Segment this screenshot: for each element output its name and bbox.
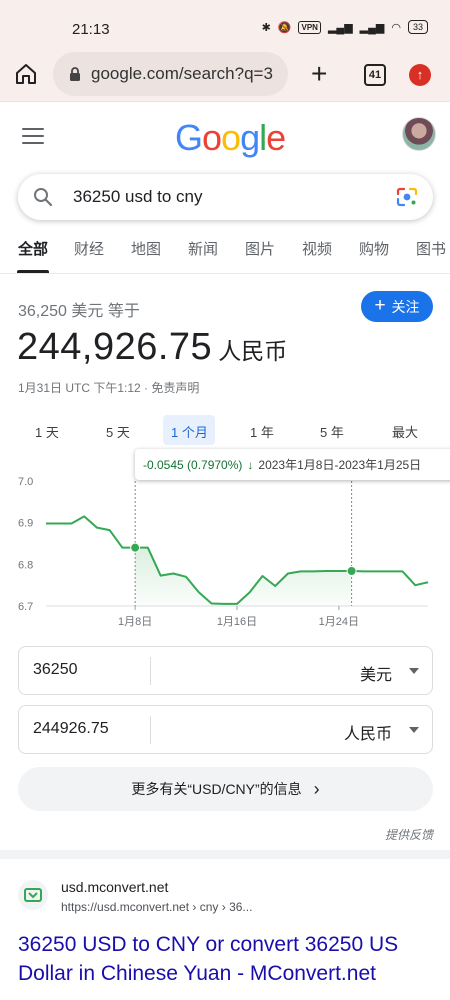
section-divider <box>0 850 450 859</box>
update-icon[interactable]: ↑ <box>409 64 431 86</box>
equals-line: 36,250 美元 等于 <box>18 303 140 320</box>
lock-icon <box>70 67 80 81</box>
result-breadcrumb[interactable]: https://usd.mconvert.net › cny › 36... <box>61 900 252 914</box>
range-5y[interactable]: 5 年 <box>320 422 344 441</box>
follow-button[interactable]: + 关注 <box>361 291 433 322</box>
follow-label: 关注 <box>391 298 420 315</box>
range-1d[interactable]: 1 天 <box>35 422 59 441</box>
vpn-icon: VPN <box>298 20 321 34</box>
chart-tooltip: -0.0545 (0.7970%) ↓ 2023年1月8日-2023年1月25日 <box>135 449 450 480</box>
address-bar[interactable]: google.com/search?q=3 <box>53 52 288 96</box>
result-value: 244,926.75 <box>17 326 213 368</box>
browser-toolbar: google.com/search?q=3 + 41 ↑ <box>0 46 450 102</box>
range-1m[interactable]: 1 个月 <box>171 422 208 441</box>
chevron-down-icon[interactable] <box>409 727 419 733</box>
y-tick-label: 6.8 <box>18 559 33 571</box>
conversion-result: 244,926.75 人民币 <box>17 326 287 369</box>
mute-icon: 🔕 <box>277 21 292 34</box>
y-tick-label: 6.9 <box>18 518 33 530</box>
avatar[interactable] <box>402 117 436 151</box>
to-amount-input[interactable]: 244926.75 <box>33 720 109 738</box>
x-tick-label: 1月24日 <box>319 616 359 628</box>
exchange-rate-chart[interactable]: 7.0 6.9 6.8 6.7 1月8日 1月16日 1月24日 <box>0 470 450 630</box>
down-arrow-icon: ↓ <box>247 457 254 472</box>
status-bar: 21:13 ✱ 🔕 VPN ▂▄▆ ▂▄▆ ◠ 33 <box>0 0 450 46</box>
active-tab-indicator <box>17 270 49 273</box>
lens-icon[interactable] <box>396 187 418 207</box>
search-input[interactable]: 36250 usd to cny <box>73 187 202 207</box>
tab-images[interactable]: 图片 <box>245 238 275 259</box>
range-1y[interactable]: 1 年 <box>250 422 274 441</box>
tab-news[interactable]: 新闻 <box>188 238 218 259</box>
battery-icon: 33 <box>407 20 428 34</box>
rate-line <box>46 515 429 605</box>
from-currency-select[interactable]: 美元 <box>360 661 392 685</box>
bluetooth-icon: ✱ <box>261 21 271 34</box>
result-unit: 人民币 <box>218 338 288 364</box>
date-line: 1月31日 UTC 下午1:12 · 免责声明 <box>18 381 200 395</box>
x-tick-label: 1月8日 <box>118 616 152 628</box>
google-logo[interactable]: Google <box>175 117 286 159</box>
from-currency-row: 36250 美元 <box>18 646 433 695</box>
result-title-link[interactable]: 36250 USD to CNY or convert 36250 US Dol… <box>18 930 438 988</box>
plus-icon: + <box>374 295 386 316</box>
new-tab-button[interactable]: + <box>311 60 327 88</box>
to-currency-select[interactable]: 人民币 <box>344 720 392 744</box>
chart-marker-point[interactable] <box>130 542 141 553</box>
divider <box>150 716 151 744</box>
to-currency-row: 244926.75 人民币 <box>18 705 433 754</box>
search-icon <box>34 188 53 207</box>
signal-icon: ▂▄▆ <box>327 21 353 34</box>
url-text: google.com/search?q=3 <box>91 64 273 83</box>
x-tick-label: 1月16日 <box>217 616 257 628</box>
status-time: 21:13 <box>72 21 110 38</box>
y-tick-label: 7.0 <box>18 476 33 488</box>
tab-shopping[interactable]: 购物 <box>359 238 389 259</box>
range-max[interactable]: 最大 <box>392 422 418 441</box>
tab-videos[interactable]: 视频 <box>302 238 332 259</box>
chevron-down-icon[interactable] <box>409 668 419 674</box>
more-info-label: 更多有关“USD/CNY”的信息 <box>131 781 302 797</box>
mconvert-logo-icon <box>24 888 42 902</box>
home-icon[interactable] <box>14 62 38 86</box>
site-favicon <box>18 880 48 910</box>
from-amount-input[interactable]: 36250 <box>33 661 78 679</box>
divider <box>150 657 151 685</box>
chevron-right-icon: › <box>313 778 320 799</box>
y-tick-label: 6.7 <box>18 601 33 613</box>
tab-switcher-button[interactable]: 41 <box>364 64 386 86</box>
tooltip-change: -0.0545 (0.7970%) <box>143 457 243 472</box>
search-tabs: 全部 财经 地图 新闻 图片 视频 购物 图书 <box>0 232 450 274</box>
search-box[interactable]: 36250 usd to cny <box>18 174 433 220</box>
signal-icon-2: ▂▄▆ <box>359 21 385 34</box>
more-info-button[interactable]: 更多有关“USD/CNY”的信息 › <box>18 767 433 811</box>
tooltip-range: 2023年1月8日-2023年1月25日 <box>258 458 422 472</box>
status-icons: ✱ 🔕 VPN ▂▄▆ ▂▄▆ ◠ 33 <box>262 20 428 34</box>
range-5d[interactable]: 5 天 <box>106 422 130 441</box>
menu-icon[interactable] <box>22 128 44 144</box>
result-site-name[interactable]: usd.mconvert.net <box>61 879 168 895</box>
tab-finance[interactable]: 财经 <box>74 238 104 259</box>
tab-maps[interactable]: 地图 <box>131 238 161 259</box>
wifi-icon: ◠ <box>391 21 401 34</box>
tab-all[interactable]: 全部 <box>18 238 48 259</box>
chart-marker-point[interactable] <box>346 566 357 576</box>
tab-books[interactable]: 图书 <box>416 238 446 259</box>
feedback-link[interactable]: 提供反馈 <box>385 826 433 843</box>
